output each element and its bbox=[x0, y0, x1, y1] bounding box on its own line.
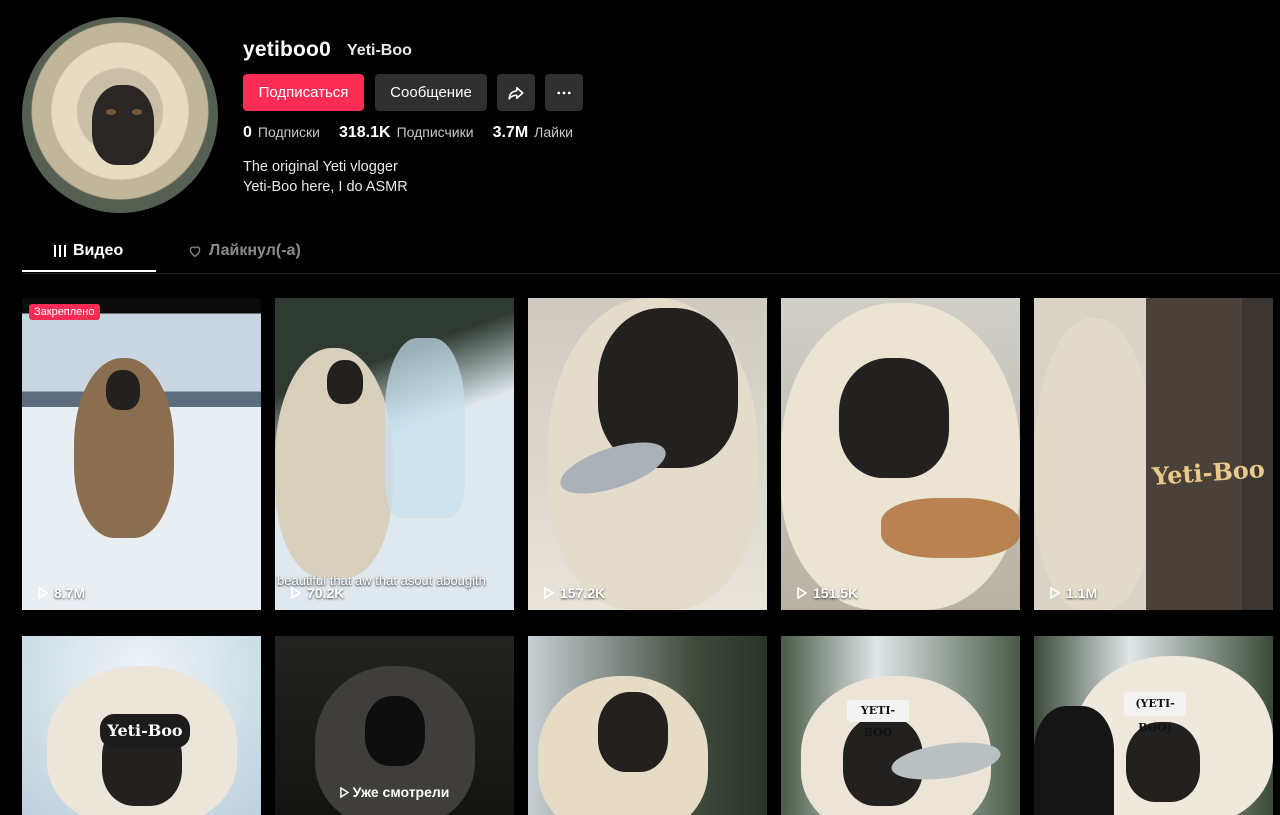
pinned-badge: Закреплено bbox=[29, 304, 100, 320]
heart-lock-icon bbox=[189, 246, 201, 258]
video-card[interactable]: Закреплено 8.7M bbox=[22, 298, 261, 610]
tab-liked[interactable]: Лайкнул(-а) bbox=[187, 242, 301, 260]
play-icon bbox=[1050, 587, 1060, 599]
yeti-figure bbox=[1034, 318, 1154, 610]
video-card[interactable]: beautiful that aw that asout abougith 70… bbox=[275, 298, 514, 610]
grid-icon bbox=[54, 245, 66, 257]
view-count: 70.2K bbox=[291, 585, 344, 601]
view-count: 8.7M bbox=[38, 585, 85, 601]
video-card[interactable] bbox=[528, 636, 767, 815]
video-card[interactable]: 151.5K bbox=[781, 298, 1020, 610]
play-icon bbox=[38, 587, 48, 599]
view-count: 151.5K bbox=[797, 585, 858, 601]
bio: The original Yeti vlogger Yeti-Boo here,… bbox=[243, 157, 408, 197]
bio-line: The original Yeti vlogger bbox=[243, 159, 398, 175]
likes-count: 3.7M bbox=[492, 124, 529, 141]
avatar-face bbox=[92, 85, 154, 165]
tab-videos-label: Видео bbox=[73, 242, 124, 259]
more-button[interactable] bbox=[545, 74, 583, 111]
ice-sculpture bbox=[385, 338, 465, 518]
avatar[interactable] bbox=[22, 17, 218, 213]
watched-label: Уже смотрели bbox=[275, 784, 514, 800]
followers-count[interactable]: 318.1K bbox=[339, 124, 391, 142]
following-label[interactable]: Подписки bbox=[258, 124, 320, 140]
video-card[interactable]: (YETI-BOO) bbox=[1034, 636, 1273, 815]
video-card[interactable]: Уже смотрели bbox=[275, 636, 514, 815]
profile-stats: 0 Подписки 318.1K Подписчики 3.7M Лайки bbox=[243, 124, 592, 142]
following-count[interactable]: 0 bbox=[243, 124, 252, 142]
bio-line: Yeti-Boo here, I do ASMR bbox=[243, 179, 408, 195]
video-card[interactable]: Yeti-Boo 1.1M bbox=[1034, 298, 1273, 610]
share-icon bbox=[508, 86, 524, 100]
video-card[interactable]: 157.2K bbox=[528, 298, 767, 610]
message-button[interactable]: Сообщение bbox=[375, 74, 487, 111]
likes-label: Лайки bbox=[534, 124, 573, 140]
active-tab-indicator bbox=[22, 270, 156, 272]
more-icon bbox=[557, 91, 571, 94]
play-icon bbox=[797, 587, 807, 599]
followers-label[interactable]: Подписчики bbox=[397, 124, 474, 140]
play-icon bbox=[544, 587, 554, 599]
tree-trunk bbox=[1146, 298, 1242, 610]
wooden-bowl bbox=[881, 498, 1020, 558]
play-icon bbox=[291, 587, 301, 599]
forehead-sign: (YETI-BOO) bbox=[1124, 692, 1186, 734]
avatar-eye bbox=[132, 109, 142, 115]
avatar-eye bbox=[106, 109, 116, 115]
forehead-sign: YETI-BOO bbox=[847, 700, 909, 739]
video-card[interactable]: Yeti-Boo bbox=[22, 636, 261, 815]
nickname: Yeti-Boo bbox=[347, 42, 412, 59]
view-count: 157.2K bbox=[544, 585, 605, 601]
play-icon bbox=[339, 786, 350, 799]
share-button[interactable] bbox=[497, 74, 535, 111]
profile-tabs: Видео Лайкнул(-а) bbox=[22, 236, 1280, 274]
sleep-mask: Yeti-Boo bbox=[100, 714, 190, 748]
tab-videos[interactable]: Видео bbox=[53, 242, 123, 260]
tab-liked-label: Лайкнул(-а) bbox=[209, 242, 301, 259]
video-card[interactable]: YETI-BOO bbox=[781, 636, 1020, 815]
follow-button[interactable]: Подписаться bbox=[243, 74, 364, 111]
black-animal bbox=[1034, 706, 1114, 815]
username: yetiboo0 bbox=[243, 38, 331, 61]
view-count: 1.1M bbox=[1050, 585, 1097, 601]
